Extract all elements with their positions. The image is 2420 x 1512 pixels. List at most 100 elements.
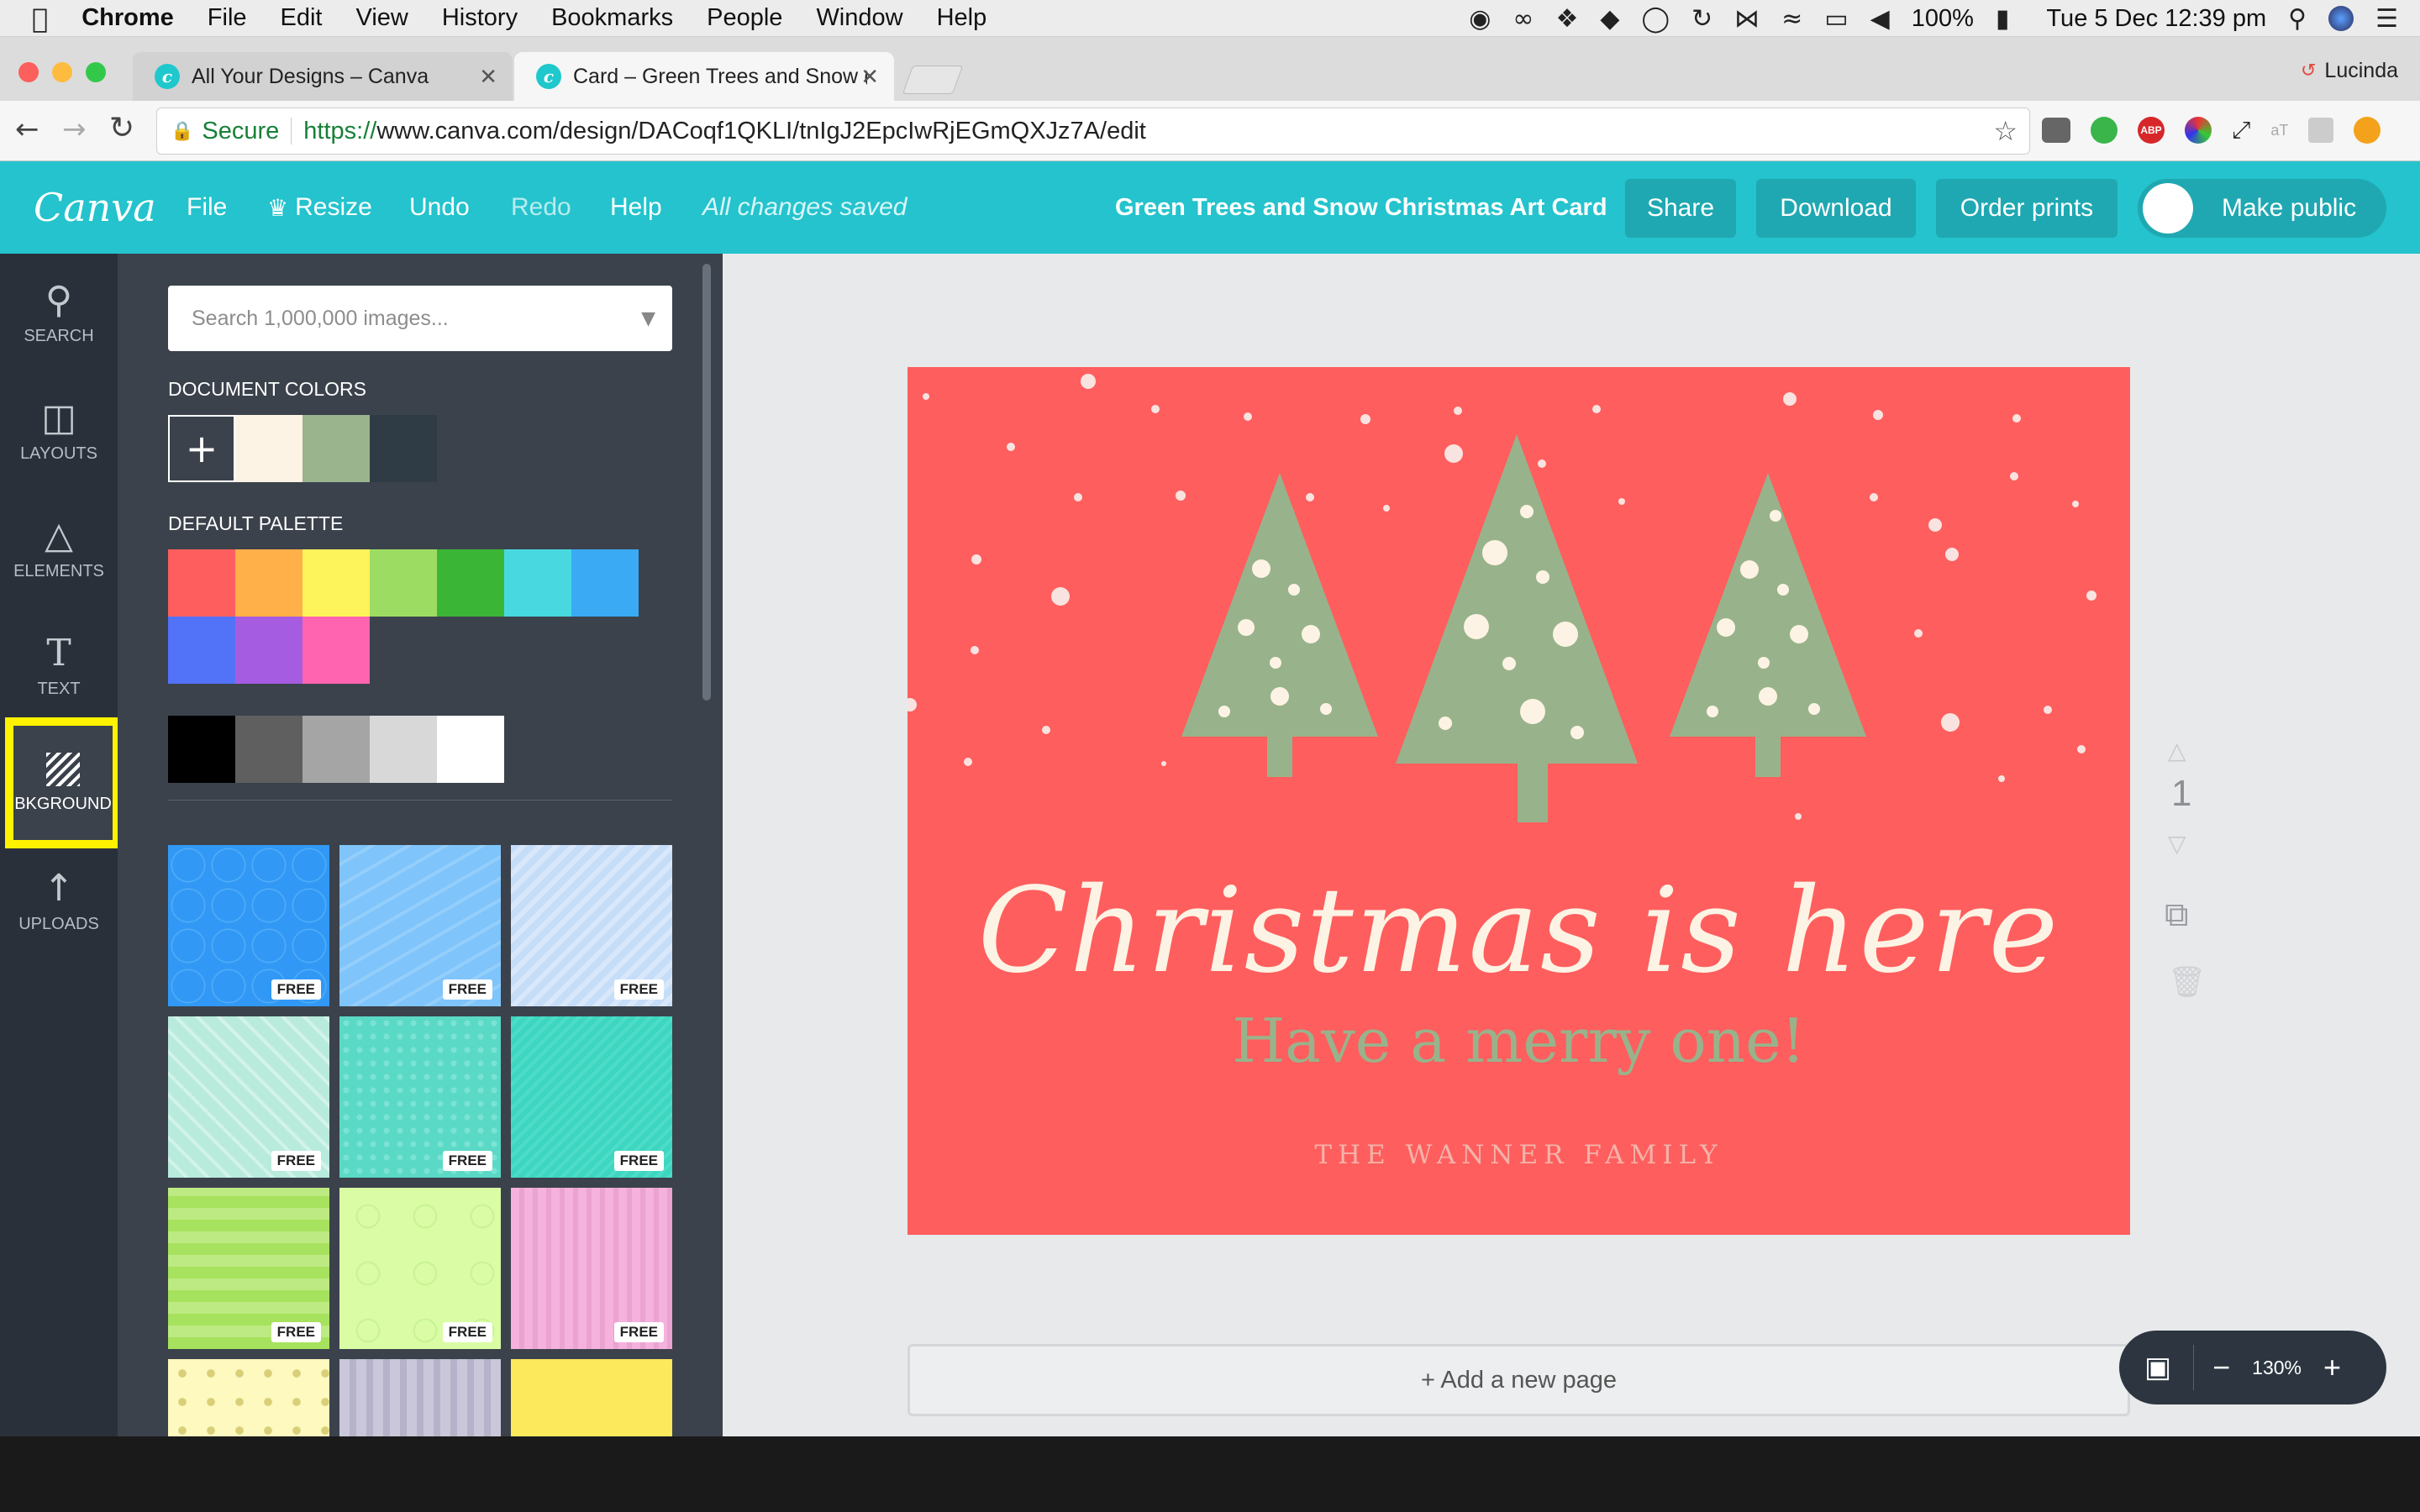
zoom-out-button[interactable]: − bbox=[2212, 1350, 2230, 1385]
share-button[interactable]: Share bbox=[1625, 179, 1736, 238]
background-tile[interactable]: FREE bbox=[168, 1188, 329, 1349]
evernote-icon[interactable] bbox=[2091, 117, 2118, 144]
sidebar-item-background[interactable]: BKGROUND bbox=[5, 717, 121, 848]
palette-swatch[interactable] bbox=[168, 617, 235, 684]
volume-icon[interactable]: ◀ bbox=[1870, 4, 1890, 34]
profile-button[interactable]: ↺ Lucinda bbox=[2301, 59, 2398, 83]
back-icon[interactable]: ← bbox=[15, 113, 39, 146]
palette-swatch[interactable] bbox=[235, 549, 302, 617]
palette-swatch[interactable] bbox=[437, 549, 504, 617]
menu-edit[interactable]: Edit bbox=[281, 4, 323, 32]
menu-file[interactable]: File bbox=[208, 4, 247, 32]
menubar-datetime[interactable]: Tue 5 Dec 12:39 pm bbox=[2046, 5, 2266, 33]
colorzilla-icon[interactable] bbox=[2185, 117, 2212, 144]
resize-extension-icon[interactable]: ⤢ bbox=[2232, 116, 2250, 144]
gray-swatch[interactable] bbox=[370, 716, 437, 783]
palette-swatch[interactable] bbox=[235, 617, 302, 684]
menu-app-name[interactable]: Chrome bbox=[82, 4, 174, 32]
card-subline[interactable]: Have a merry one! bbox=[908, 1005, 2130, 1076]
siri-icon[interactable] bbox=[2328, 6, 2354, 31]
hootsuite-icon[interactable] bbox=[2308, 118, 2334, 143]
menu-history[interactable]: History bbox=[442, 4, 518, 32]
notification-center-icon[interactable]: ☰ bbox=[2375, 4, 2398, 34]
chevron-down-icon[interactable]: ▼ bbox=[641, 308, 655, 329]
download-button[interactable]: Download bbox=[1756, 179, 1916, 238]
creative-cloud-icon[interactable]: ∞ bbox=[1512, 4, 1534, 34]
airplay-icon[interactable]: ▭ bbox=[1824, 4, 1848, 34]
background-tile[interactable]: FREE bbox=[168, 1016, 329, 1178]
minimize-window-button[interactable] bbox=[52, 62, 72, 82]
present-icon[interactable]: ▣ bbox=[2144, 1351, 2171, 1384]
copy-page-icon[interactable]: ⧉ bbox=[2165, 895, 2189, 934]
shield-icon[interactable]: ◯ bbox=[1641, 4, 1670, 34]
page-down-icon[interactable]: ▽ bbox=[2168, 830, 2186, 858]
palette-swatch[interactable] bbox=[168, 549, 235, 617]
menu-view[interactable]: View bbox=[356, 4, 408, 32]
browser-tab-card[interactable]: c Card – Green Trees and Snow ( ✕ bbox=[514, 52, 894, 101]
gray-swatch[interactable] bbox=[302, 716, 370, 783]
image-search-input[interactable]: Search 1,000,000 images... ▼ bbox=[168, 286, 672, 351]
time-machine-icon[interactable]: ↻ bbox=[1691, 4, 1712, 34]
zoom-in-button[interactable]: + bbox=[2323, 1350, 2341, 1385]
background-tile[interactable] bbox=[339, 1359, 501, 1436]
background-tile[interactable]: FREE bbox=[339, 845, 501, 1006]
redo-button[interactable]: Redo bbox=[511, 161, 571, 254]
spotlight-search-icon[interactable]: ⚲ bbox=[2288, 4, 2307, 34]
doc-color-swatch[interactable] bbox=[370, 415, 437, 482]
close-window-button[interactable] bbox=[18, 62, 39, 82]
address-bar[interactable]: 🔒 Secure https:// www.canva.com/design/D… bbox=[156, 108, 2030, 155]
new-tab-button[interactable] bbox=[902, 66, 964, 94]
add-color-button[interactable]: + bbox=[168, 415, 235, 482]
sidebar-item-text[interactable]: T TEXT bbox=[0, 606, 118, 724]
palette-swatch[interactable] bbox=[370, 549, 437, 617]
font-extension-icon[interactable]: aT bbox=[2270, 122, 2288, 139]
gray-swatch[interactable] bbox=[437, 716, 504, 783]
background-tile[interactable]: FREE bbox=[511, 845, 672, 1006]
file-menu-button[interactable]: File bbox=[187, 161, 227, 254]
sidebar-item-uploads[interactable]: ↑ UPLOADS bbox=[0, 842, 118, 959]
gray-swatch[interactable] bbox=[168, 716, 235, 783]
add-page-button[interactable]: + Add a new page bbox=[908, 1344, 2130, 1416]
background-tile[interactable]: FREE bbox=[339, 1016, 501, 1178]
canva-logo[interactable]: Canva bbox=[34, 161, 156, 254]
background-tile[interactable] bbox=[168, 1359, 329, 1436]
delete-page-icon[interactable]: 🗑 bbox=[2168, 964, 2207, 1000]
help-button[interactable]: Help bbox=[610, 161, 662, 254]
sidebar-item-layouts[interactable]: ◫ LAYOUTS bbox=[0, 371, 118, 489]
gray-swatch[interactable] bbox=[235, 716, 302, 783]
zoom-level[interactable]: 130% bbox=[2252, 1357, 2302, 1379]
make-public-toggle[interactable]: Make public bbox=[2138, 179, 2386, 238]
forward-icon[interactable]: → bbox=[62, 113, 87, 146]
doc-color-swatch[interactable] bbox=[302, 415, 370, 482]
christmas-card-design[interactable]: Christmas is here Have a merry one! THE … bbox=[908, 367, 2130, 1235]
design-title[interactable]: Green Trees and Snow Christmas Art Card bbox=[1115, 161, 1607, 254]
resize-button[interactable]: ♛ Resize bbox=[267, 161, 372, 254]
card-family-name[interactable]: THE WANNER FAMILY bbox=[908, 1140, 2130, 1170]
apple-icon[interactable]:  bbox=[32, 3, 48, 34]
palette-swatch[interactable] bbox=[504, 549, 571, 617]
menu-help[interactable]: Help bbox=[937, 4, 987, 32]
browser-tab-designs[interactable]: c All Your Designs – Canva ✕ bbox=[133, 52, 513, 101]
palette-swatch[interactable] bbox=[302, 617, 370, 684]
card-headline[interactable]: Christmas is here bbox=[908, 863, 2130, 1000]
palette-swatch[interactable] bbox=[571, 549, 639, 617]
reload-icon[interactable]: ↻ bbox=[109, 111, 134, 145]
undo-button[interactable]: Undo bbox=[409, 161, 470, 254]
bluetooth-icon[interactable]: ⋈ bbox=[1734, 4, 1760, 34]
background-tile[interactable]: FREE bbox=[339, 1188, 501, 1349]
bookmark-star-icon[interactable]: ☆ bbox=[1993, 115, 2018, 147]
wifi-icon[interactable]: ≈ bbox=[1781, 4, 1802, 34]
menu-window[interactable]: Window bbox=[816, 4, 902, 32]
tag-icon[interactable]: ◆ bbox=[1600, 4, 1619, 34]
background-tile[interactable] bbox=[511, 1359, 672, 1436]
panel-scrollbar[interactable] bbox=[702, 264, 711, 701]
sidebar-item-elements[interactable]: △ ELEMENTS bbox=[0, 489, 118, 606]
maximize-window-button[interactable] bbox=[86, 62, 106, 82]
menu-people[interactable]: People bbox=[707, 4, 782, 32]
page-up-icon[interactable]: △ bbox=[2168, 737, 2186, 764]
menu-bookmarks[interactable]: Bookmarks bbox=[551, 4, 673, 32]
close-tab-icon[interactable]: ✕ bbox=[860, 64, 879, 90]
doc-color-swatch[interactable] bbox=[235, 415, 302, 482]
adblock-icon[interactable]: ABP bbox=[2138, 117, 2165, 144]
battery-icon[interactable]: ▮ bbox=[1996, 4, 2010, 34]
